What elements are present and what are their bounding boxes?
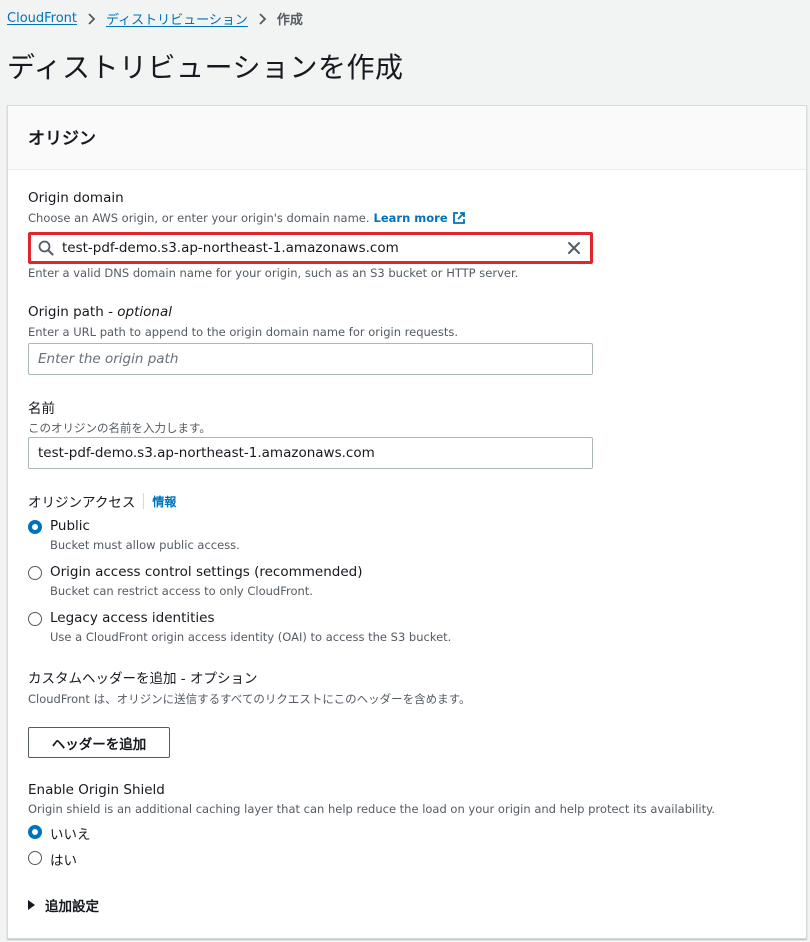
name-label-group: 名前 このオリジンの名前を入力します。: [28, 397, 211, 436]
additional-settings-expander[interactable]: 追加設定: [28, 895, 99, 915]
radio-shield-no-label: いいえ: [50, 827, 91, 843]
radio-legacy-label: Legacy access identities: [50, 610, 215, 626]
add-header-button[interactable]: ヘッダーを追加: [28, 727, 170, 758]
origin-path-label-group: Origin path - optional Enter a URL path …: [28, 304, 458, 339]
learn-more-link[interactable]: Learn more: [374, 211, 448, 225]
chevron-right-icon: [258, 12, 267, 25]
clear-icon[interactable]: [567, 241, 581, 255]
origin-access-label-row: オリジンアクセス 情報: [28, 491, 176, 511]
breadcrumb-distributions-link[interactable]: ディストリビューション: [106, 9, 248, 28]
page-title: ディストリビューションを作成: [7, 51, 404, 84]
radio-shield-yes[interactable]: はい: [28, 849, 77, 869]
radio-oac-desc: Bucket can restrict access to only Cloud…: [50, 584, 313, 598]
origin-shield-label-group: Enable Origin Shield Origin shield is an…: [28, 782, 715, 816]
breadcrumb: CloudFront ディストリビューション 作成: [7, 9, 303, 28]
external-link-icon[interactable]: [452, 211, 466, 225]
radio-public-desc: Bucket must allow public access.: [50, 538, 240, 552]
additional-settings-label: 追加設定: [45, 899, 99, 915]
chevron-right-icon: [87, 12, 96, 25]
radio-oac-label: Origin access control settings (recommen…: [50, 564, 363, 580]
origin-shield-desc: Origin shield is an additional caching l…: [28, 802, 715, 816]
origin-domain-label: Origin domain: [28, 190, 124, 206]
origin-path-placeholder: Enter the origin path: [38, 351, 179, 367]
origin-domain-desc: Choose an AWS origin, or enter your orig…: [28, 211, 370, 225]
caret-right-icon: [28, 900, 35, 910]
radio-button[interactable]: [28, 851, 42, 865]
origin-domain-help: Enter a valid DNS domain name for your o…: [28, 266, 519, 280]
origin-path-input[interactable]: Enter the origin path: [28, 343, 593, 375]
origin-domain-value: test-pdf-demo.s3.ap-northeast-1.amazonaw…: [62, 240, 399, 256]
divider: [143, 493, 145, 509]
radio-legacy[interactable]: Legacy access identities Use a CloudFron…: [28, 610, 451, 644]
origin-panel: オリジン Origin domain Choose an AWS origin,…: [7, 105, 807, 939]
panel-header: オリジン: [8, 106, 806, 170]
origin-path-desc: Enter a URL path to append to the origin…: [28, 325, 459, 339]
custom-headers-desc: CloudFront は、オリジンに送信するすべてのリクエストにこのヘッダーを含…: [28, 692, 471, 706]
radio-public[interactable]: Public Bucket must allow public access.: [28, 518, 240, 552]
origin-path-label-text: Origin path: [28, 304, 104, 320]
origin-path-label: Origin path - optional: [28, 304, 172, 320]
origin-domain-label-group: Origin domain Choose an AWS origin, or e…: [28, 190, 466, 225]
radio-button[interactable]: [28, 566, 42, 580]
custom-headers-label-group: カスタムヘッダーを追加 - オプション CloudFront は、オリジンに送信…: [28, 667, 470, 707]
search-icon: [38, 240, 54, 256]
origin-domain-desc-row: Choose an AWS origin, or enter your orig…: [28, 211, 466, 225]
name-input[interactable]: test-pdf-demo.s3.ap-northeast-1.amazonaw…: [28, 437, 593, 469]
radio-public-label: Public: [50, 518, 90, 534]
radio-legacy-desc: Use a CloudFront origin access identity …: [50, 630, 452, 644]
name-desc: このオリジンの名前を入力します。: [28, 421, 211, 435]
breadcrumb-cloudfront-link[interactable]: CloudFront: [7, 11, 77, 26]
name-value: test-pdf-demo.s3.ap-northeast-1.amazonaw…: [38, 445, 375, 461]
origin-shield-label: Enable Origin Shield: [28, 782, 165, 798]
breadcrumb-current: 作成: [276, 13, 303, 28]
info-link[interactable]: 情報: [152, 493, 176, 510]
radio-button-checked[interactable]: [28, 520, 42, 534]
radio-shield-no[interactable]: いいえ: [28, 823, 91, 843]
custom-headers-label: カスタムヘッダーを追加 - オプション: [28, 671, 258, 687]
radio-button-checked[interactable]: [28, 825, 42, 839]
radio-button[interactable]: [28, 612, 42, 626]
origin-access-label: オリジンアクセス: [28, 495, 136, 511]
name-label: 名前: [28, 401, 55, 417]
radio-oac[interactable]: Origin access control settings (recommen…: [28, 564, 362, 598]
origin-domain-search-input[interactable]: test-pdf-demo.s3.ap-northeast-1.amazonaw…: [28, 232, 593, 264]
radio-shield-yes-label: はい: [50, 853, 77, 869]
origin-path-optional: optional: [117, 304, 172, 320]
